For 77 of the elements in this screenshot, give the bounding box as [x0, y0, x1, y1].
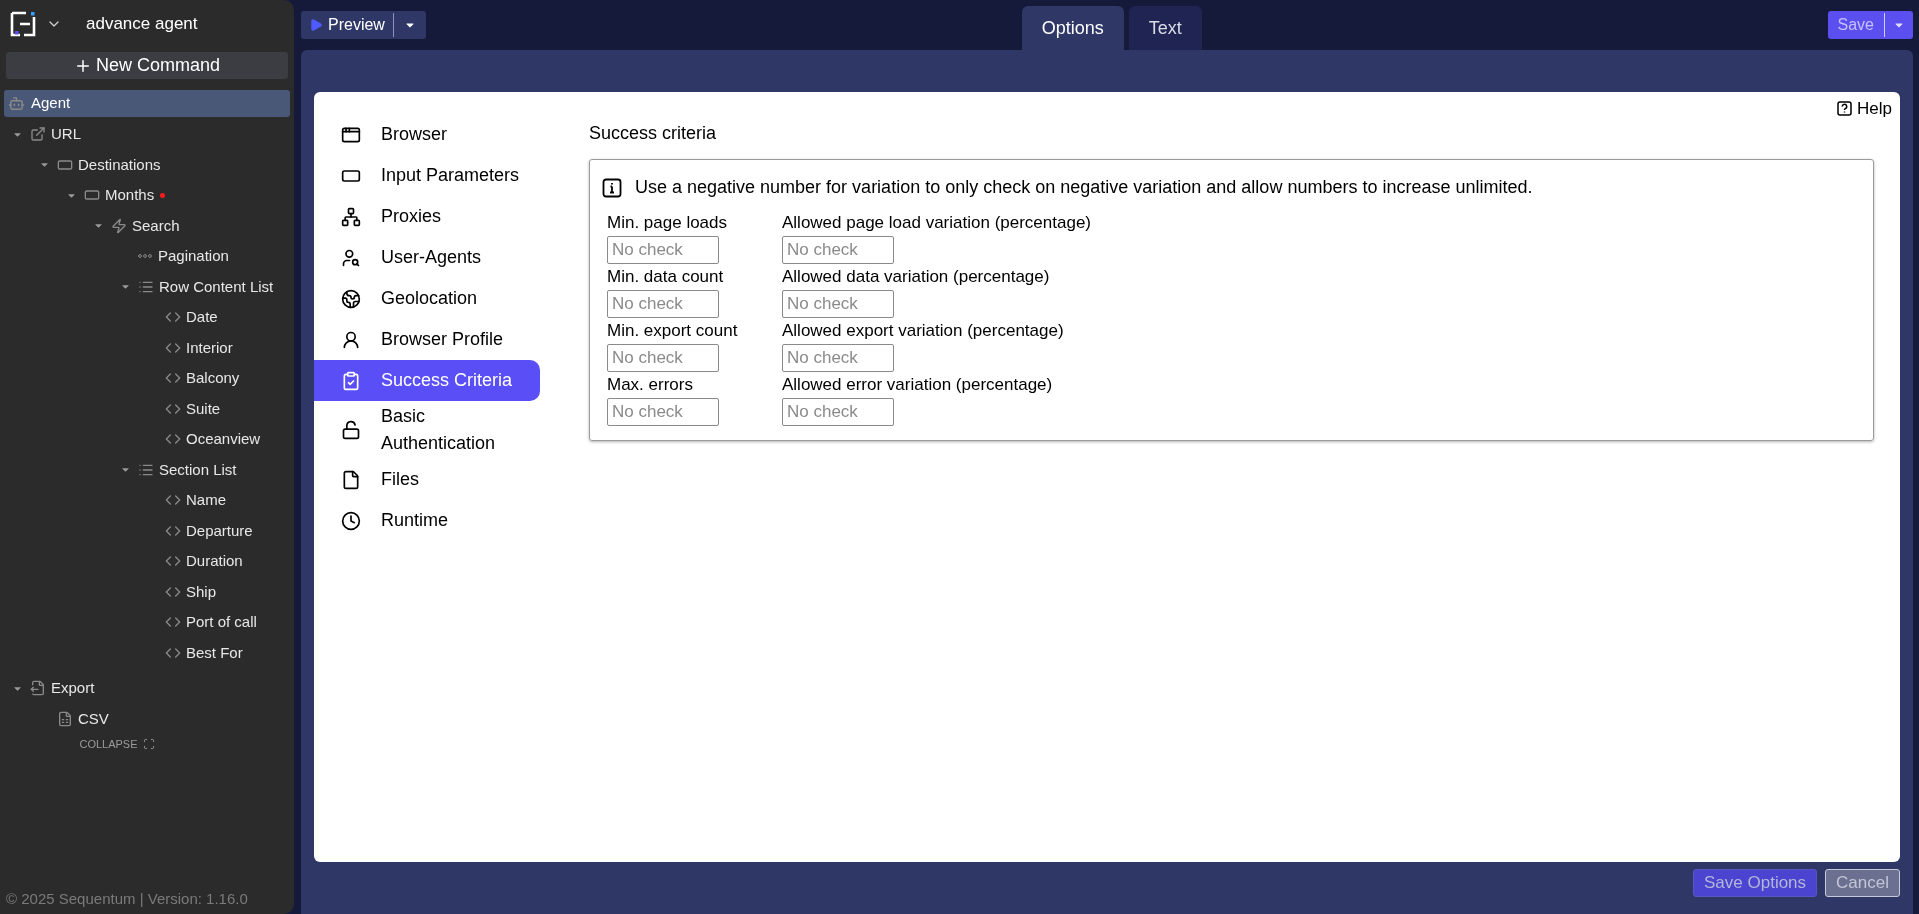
tab[interactable]: Options [1021, 6, 1124, 50]
external-link-icon [30, 126, 46, 143]
nav-item[interactable]: Success Criteria [314, 360, 540, 401]
file-export-icon [30, 680, 46, 697]
logo-icon [10, 11, 36, 37]
nav-item[interactable]: User-Agents [314, 237, 540, 278]
expand-icon [142, 738, 155, 751]
nav-item[interactable]: Browser [314, 114, 540, 155]
dots-icon [138, 254, 152, 259]
input-field[interactable]: No check [607, 290, 719, 318]
field-label: Min. export count [607, 321, 739, 341]
input-field[interactable]: No check [782, 398, 894, 426]
tree-item[interactable]: Departure [139, 515, 290, 546]
field-label: Allowed export variation (percentage) [782, 321, 1065, 341]
nav-item[interactable]: Runtime [314, 500, 540, 541]
unlock-icon [341, 420, 361, 440]
input-field[interactable]: No check [782, 236, 894, 264]
nav-item[interactable]: Files [314, 459, 540, 500]
tree-item[interactable]: Row Content List [112, 271, 290, 302]
tree-item[interactable]: Ship [139, 576, 290, 607]
save-options-button[interactable]: Save Options [1693, 869, 1818, 897]
file-icon [341, 469, 361, 490]
tree-item[interactable]: Port of call [139, 607, 290, 638]
tree-item[interactable]: URL [4, 119, 290, 150]
robot-icon [8, 95, 25, 112]
tree-item[interactable]: Name [139, 485, 290, 516]
csv-file-icon [57, 710, 73, 727]
section-title: Success criteria [589, 122, 718, 145]
tree-item[interactable]: Search [85, 210, 290, 241]
input-field[interactable]: No check [607, 344, 719, 372]
tree-item[interactable]: Destinations [31, 149, 290, 180]
network-icon [341, 206, 361, 227]
new-command-button[interactable]: New Command [6, 52, 288, 79]
field-label: Allowed data variation (percentage) [782, 267, 1051, 287]
preview-button[interactable]: Preview [301, 11, 426, 39]
tree-item[interactable]: Best For [139, 637, 290, 668]
nav-item[interactable]: Proxies [314, 196, 540, 237]
nav-item[interactable]: Basic Authentication [314, 401, 540, 459]
input-field[interactable]: No check [782, 290, 894, 318]
nav-item[interactable]: Geolocation [314, 278, 540, 319]
clock-icon [341, 510, 361, 531]
nav-item[interactable]: Browser Profile [314, 319, 540, 360]
tree-item[interactable]: Export [4, 673, 290, 704]
play-icon [309, 18, 323, 32]
nav-item[interactable]: Input Parameters [314, 155, 540, 196]
field-label: Allowed page load variation (percentage) [782, 213, 1093, 233]
version-footer: © 2025 Sequentum | Version: 1.16.0 [0, 887, 294, 914]
info-icon [602, 177, 622, 198]
tree-item[interactable]: Interior [139, 332, 290, 363]
field-label: Min. page loads [607, 213, 729, 233]
tree-item[interactable]: Agent [4, 90, 290, 117]
info-text: Use a negative number for variation to only check on negative variation and allow numbers to increase unlimited. [635, 176, 1533, 199]
input-field[interactable]: No check [607, 236, 719, 264]
tab[interactable]: Text [1128, 6, 1202, 50]
lightning-icon [111, 217, 127, 234]
collapse-button[interactable]: COLLAPSE [79, 736, 155, 753]
help-icon [1837, 101, 1853, 117]
user-search-icon [341, 247, 361, 268]
tree-item[interactable]: CSV [31, 703, 290, 734]
tree-item[interactable]: Oceanview [139, 424, 290, 455]
input-field[interactable]: No check [782, 344, 894, 372]
field-label: Max. errors [607, 375, 694, 395]
field-label: Allowed error variation (percentage) [782, 375, 1054, 395]
user-icon [341, 329, 361, 350]
help-button[interactable]: Help [1837, 96, 1892, 122]
tree-item[interactable]: Suite [139, 393, 290, 424]
tree-item[interactable]: Section List [112, 454, 290, 485]
agent-title: advance agent [86, 13, 198, 36]
tree-item[interactable]: Months [58, 180, 290, 211]
input-field[interactable]: No check [607, 398, 719, 426]
clipboard-check-icon [341, 370, 361, 391]
field-label: Min. data count [607, 267, 725, 287]
tree-item[interactable]: Date [139, 302, 290, 333]
tree-item[interactable]: Pagination [112, 241, 290, 272]
tree-item[interactable]: Duration [139, 546, 290, 577]
globe-icon [341, 288, 361, 309]
tree-item[interactable]: Balcony [139, 363, 290, 394]
